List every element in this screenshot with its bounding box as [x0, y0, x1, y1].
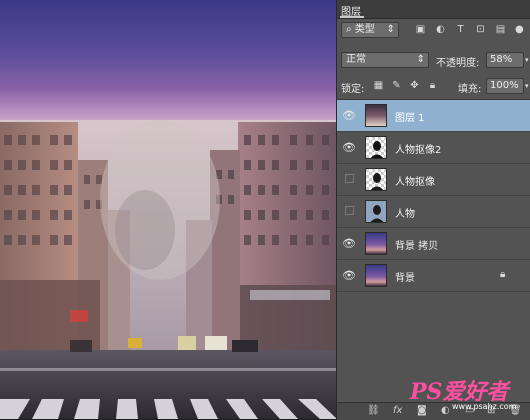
type-filter-icon[interactable]: T	[455, 24, 466, 35]
layers-list: 👁︎ 图层 1 👁︎ 人物抠像2 人物抠像 人物 👁︎ 背景 拷贝 👁︎ 背景 …	[337, 99, 530, 400]
chevron-updown-icon: ⇕	[386, 24, 395, 35]
canvas-image	[0, 0, 337, 419]
layer-thumbnail	[365, 264, 387, 287]
filter-kind-label: 类型	[354, 24, 375, 35]
lock-row: 锁定: ▦ ✎ ✥ 🔒︎ 填充: 100% ▾	[337, 76, 530, 96]
lock-image-icon[interactable]: ✎	[391, 80, 402, 91]
layer-name[interactable]: 人物	[395, 205, 415, 220]
layers-panel: 图层 ⌕ 类型 ⇕ ▣ ◐ T ⊡ ▤ ● 正常 ⇕ 不透明度: 58% ▾ 锁…	[336, 0, 530, 420]
filter-toggle-icon[interactable]: ●	[515, 24, 524, 35]
layer-filter-row: ⌕ 类型 ⇕ ▣ ◐ T ⊡ ▤ ●	[337, 20, 530, 40]
pixel-filter-icon[interactable]: ▣	[415, 24, 426, 35]
layer-row[interactable]: 👁︎ 人物抠像2	[337, 132, 530, 164]
link-layers-icon[interactable]: ⛓	[367, 405, 380, 416]
fill-input[interactable]: 100%	[486, 78, 524, 94]
filter-kind-dropdown[interactable]: ⌕ 类型 ⇕	[341, 22, 399, 38]
lock-transparent-icon[interactable]: ▦	[373, 80, 384, 91]
fill-value: 100%	[490, 80, 519, 91]
fill-slider-arrow-icon[interactable]: ▾	[525, 82, 529, 90]
opacity-label: 不透明度:	[436, 58, 480, 69]
lock-label: 锁定:	[341, 84, 365, 95]
eye-icon[interactable]: 👁︎	[342, 270, 356, 281]
opacity-value: 58%	[490, 54, 513, 65]
blend-mode-value: 正常	[346, 54, 366, 65]
blend-row: 正常 ⇕ 不透明度: 58% ▾	[337, 50, 530, 70]
search-icon: ⌕	[346, 24, 352, 35]
opacity-slider-arrow-icon[interactable]: ▾	[525, 56, 529, 64]
eye-icon[interactable]: 👁︎	[342, 238, 356, 249]
document-canvas[interactable]	[0, 0, 337, 419]
chevron-updown-icon: ⇕	[416, 54, 425, 65]
layer-thumbnail	[365, 168, 387, 191]
layer-row[interactable]: 👁︎ 背景 拷贝	[337, 228, 530, 260]
layer-row[interactable]: 人物	[337, 196, 530, 228]
layer-name[interactable]: 人物抠像2	[395, 141, 441, 156]
visibility-off-box[interactable]	[345, 174, 354, 183]
layer-name[interactable]: 人物抠像	[395, 173, 435, 188]
smartobject-filter-icon[interactable]: ▤	[495, 24, 506, 35]
watermark-url: www.psahz.com	[452, 402, 517, 411]
fx-icon[interactable]: fx	[393, 405, 402, 416]
layer-row[interactable]: 👁︎ 图层 1	[337, 100, 530, 132]
opacity-input[interactable]: 58%	[486, 52, 524, 68]
layer-name[interactable]: 图层 1	[395, 109, 425, 124]
watermark: PS爱好者 www.psahz.com	[404, 372, 528, 416]
layer-name[interactable]: 背景 拷贝	[395, 237, 438, 252]
layer-name[interactable]: 背景	[395, 269, 415, 284]
lock-position-icon[interactable]: ✥	[409, 80, 420, 91]
layer-thumbnail	[365, 136, 387, 159]
shape-filter-icon[interactable]: ⊡	[475, 24, 486, 35]
layer-thumbnail	[365, 200, 387, 223]
lock-all-icon[interactable]: 🔒︎	[427, 80, 438, 91]
blend-mode-dropdown[interactable]: 正常 ⇕	[341, 52, 429, 68]
panel-tab-bar: 图层	[337, 0, 530, 19]
layer-row[interactable]: 人物抠像	[337, 164, 530, 196]
eye-icon[interactable]: 👁︎	[342, 142, 356, 153]
layer-thumbnail	[365, 232, 387, 255]
adjustment-filter-icon[interactable]: ◐	[435, 24, 446, 35]
eye-icon[interactable]: 👁︎	[342, 110, 356, 121]
layer-thumbnail	[365, 104, 387, 127]
tab-underline	[340, 16, 364, 18]
lock-icon[interactable]: 🔒︎	[500, 269, 505, 280]
visibility-off-box[interactable]	[345, 206, 354, 215]
layer-row[interactable]: 👁︎ 背景 🔒︎	[337, 260, 530, 292]
fill-label: 填充:	[458, 84, 482, 95]
